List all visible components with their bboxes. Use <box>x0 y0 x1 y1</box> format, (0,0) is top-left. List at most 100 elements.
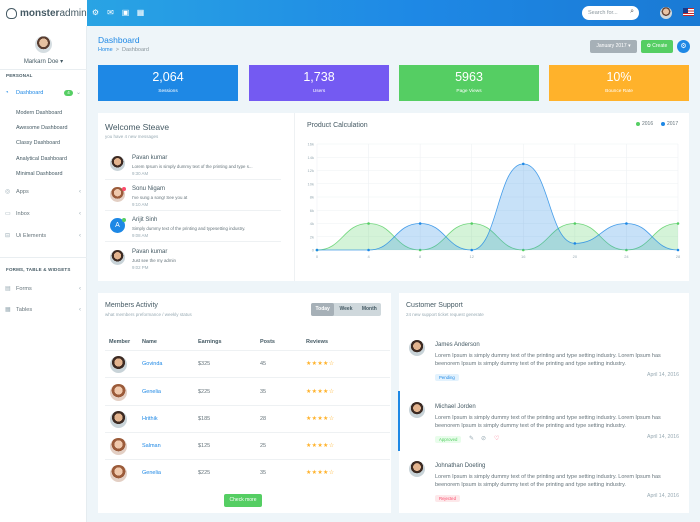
create-button[interactable]: ✿ Create <box>641 40 673 53</box>
chevron-left-icon: ‹ <box>79 189 81 195</box>
flag-icon[interactable] <box>683 8 694 16</box>
message-time: 9:30 AM <box>132 171 149 176</box>
member-name[interactable]: Hrithik <box>142 416 158 422</box>
support-subtitle: 24 new support ticket request generate <box>406 312 484 317</box>
comment-icon[interactable]: ✉ <box>106 8 115 17</box>
data-point-2017 <box>418 222 422 225</box>
avatar <box>110 356 127 373</box>
member-name[interactable]: Genelia <box>142 389 161 395</box>
chevron-down-icon: ⌄ <box>75 90 81 96</box>
stat-card-bounce-rate: 10% Bounce Rate <box>549 65 689 101</box>
data-point-2016 <box>470 222 474 225</box>
star-rating: ★★★★☆ <box>306 361 335 367</box>
avatar <box>110 250 125 265</box>
message-text: I've sung a song! See you at <box>132 195 188 200</box>
ticket-item[interactable]: Johnathan Doeting Lorem Ipsum is simply … <box>399 457 689 512</box>
sidebar-subitem-awesome[interactable]: Awesome Dashboard <box>16 125 67 131</box>
message-item[interactable]: Sonu Nigam I've sung a song! See you at 9:… <box>105 181 281 211</box>
legend-item-2016: 2016 <box>636 121 653 127</box>
search-placeholder: Search for... <box>588 9 618 16</box>
forms-icon: ▤ <box>5 286 11 292</box>
search-input[interactable]: Search for... ⌕ <box>582 6 639 20</box>
mail-icon[interactable]: ▣ <box>121 8 130 17</box>
ticket-item[interactable]: Michael Jorden Lorem Ipsum is simply dum… <box>399 398 689 453</box>
heart-icon[interactable]: ♡ <box>494 435 499 442</box>
legend-label: 2016 <box>642 121 654 127</box>
message-item[interactable]: A Arijit Sinh Simply dummy text of the pri… <box>105 212 281 242</box>
sidebar-item-apps[interactable]: ◎ Apps ‹ <box>0 185 87 199</box>
welcome-subtitle: you have 4 new messages <box>105 134 159 139</box>
member-name[interactable]: Genelia <box>142 470 161 476</box>
y-tick-label: 6k <box>310 208 314 213</box>
month-select-button[interactable]: January 2017 ▾ <box>590 40 637 53</box>
stat-label: Sessions <box>158 89 178 94</box>
profile-avatar[interactable] <box>35 36 52 53</box>
header-member: Member <box>109 339 131 345</box>
table-row[interactable]: Hrithik $185 28 ★★★★☆ <box>105 406 390 433</box>
divider <box>0 69 87 70</box>
ticket-date: April 14, 2016 <box>646 434 679 440</box>
sidebar-item-tables[interactable]: ▦ Tables ‹ <box>0 303 87 317</box>
sidebar-item-forms[interactable]: ▤ Forms ‹ <box>0 282 87 296</box>
star-rating: ★★★★☆ <box>306 443 335 449</box>
data-point-2017 <box>573 242 577 245</box>
settings-icon[interactable]: ⚙ <box>91 8 100 17</box>
chevron-left-icon: ‹ <box>79 286 81 292</box>
member-earnings: $185 <box>198 416 211 422</box>
stat-value: 5963 <box>455 70 483 84</box>
members-title: Members Activity <box>105 302 158 309</box>
breadcrumb-current: Dashboard <box>122 47 149 53</box>
sidebar-item-ui-elements[interactable]: ⊟ Ui Elements ‹ <box>0 229 87 243</box>
welcome-title: Welcome Steave <box>105 122 170 132</box>
tab-today[interactable]: Today <box>311 303 335 316</box>
apps-icon: ◎ <box>5 189 11 195</box>
x-tick-label: 16 <box>521 254 526 259</box>
tab-month[interactable]: Month <box>358 303 381 316</box>
ticket-item[interactable]: James Anderson Lorem Ipsum is simply dum… <box>399 336 689 391</box>
breadcrumb-home[interactable]: Home <box>98 47 113 53</box>
y-tick-label: 14k <box>308 155 314 160</box>
data-point-2017 <box>521 162 525 166</box>
chevron-left-icon: ‹ <box>79 211 81 217</box>
message-item[interactable]: Pavan kumar Lorem Ipsum is simply dummy t… <box>105 150 281 180</box>
avatar <box>409 402 425 418</box>
logo[interactable]: monster admin <box>0 0 87 26</box>
sidebar-item-dashboard[interactable]: ◔ Dashboard 4 ⌄ <box>0 86 87 100</box>
sidebar-subitem-analytical[interactable]: Analytical Dashboard <box>16 156 67 162</box>
member-name[interactable]: Govinda <box>142 361 163 367</box>
message-time: 9:10 AM <box>132 202 149 207</box>
sidebar-subitem-modern[interactable]: Modern Dashboard <box>16 110 62 116</box>
tab-week[interactable]: Week <box>334 303 357 316</box>
user-avatar[interactable] <box>660 7 672 19</box>
gear-icon[interactable]: ⚙ <box>677 40 690 53</box>
table-row[interactable]: Govinda $325 45 ★★★★☆ <box>105 351 390 378</box>
message-item[interactable]: Pavan kumar Just see the my admin 9:02 PM <box>105 244 281 274</box>
status-dot <box>122 218 126 222</box>
avatar <box>110 384 127 401</box>
sidebar-subitem-minimal[interactable]: Minimal Dashboard <box>16 171 62 177</box>
member-posts: 25 <box>260 443 267 449</box>
sidebar-item-label: Dashboard <box>16 90 44 96</box>
check-icon[interactable]: ⊘ <box>481 435 486 442</box>
chart-title: Product Calculation <box>307 122 368 129</box>
edit-icon[interactable]: ✎ <box>469 435 474 442</box>
table-row[interactable]: Genelia $225 35 ★★★★☆ <box>105 379 390 406</box>
search-icon[interactable]: ⌕ <box>630 8 634 16</box>
table-row[interactable]: Genelia $225 35 ★★★★☆ <box>105 460 390 487</box>
check-more-button[interactable]: Check more <box>224 494 262 507</box>
avatar <box>409 461 425 477</box>
sidebar-item-label: Inbox <box>16 211 30 217</box>
status-badge: Pending <box>435 374 459 381</box>
header-earnings: Earnings <box>198 339 222 345</box>
ui-elements-icon: ⊟ <box>5 233 11 239</box>
sidebar-item-inbox[interactable]: ▭ Inbox ‹ <box>0 207 87 221</box>
member-name[interactable]: Salman <box>142 443 161 449</box>
ticket-text: Lorem Ipsum is simply dummy text of the … <box>435 474 661 488</box>
table-row[interactable]: Salman $125 25 ★★★★☆ <box>105 433 390 460</box>
grid-icon[interactable]: ▦ <box>136 8 145 17</box>
sidebar-subitem-classy[interactable]: Classy Dashboard <box>16 140 60 146</box>
avatar <box>110 438 127 455</box>
header-name: Name <box>142 339 157 345</box>
data-point-2017 <box>470 248 474 252</box>
profile-name[interactable]: Markarn Doe ▾ <box>0 58 87 65</box>
